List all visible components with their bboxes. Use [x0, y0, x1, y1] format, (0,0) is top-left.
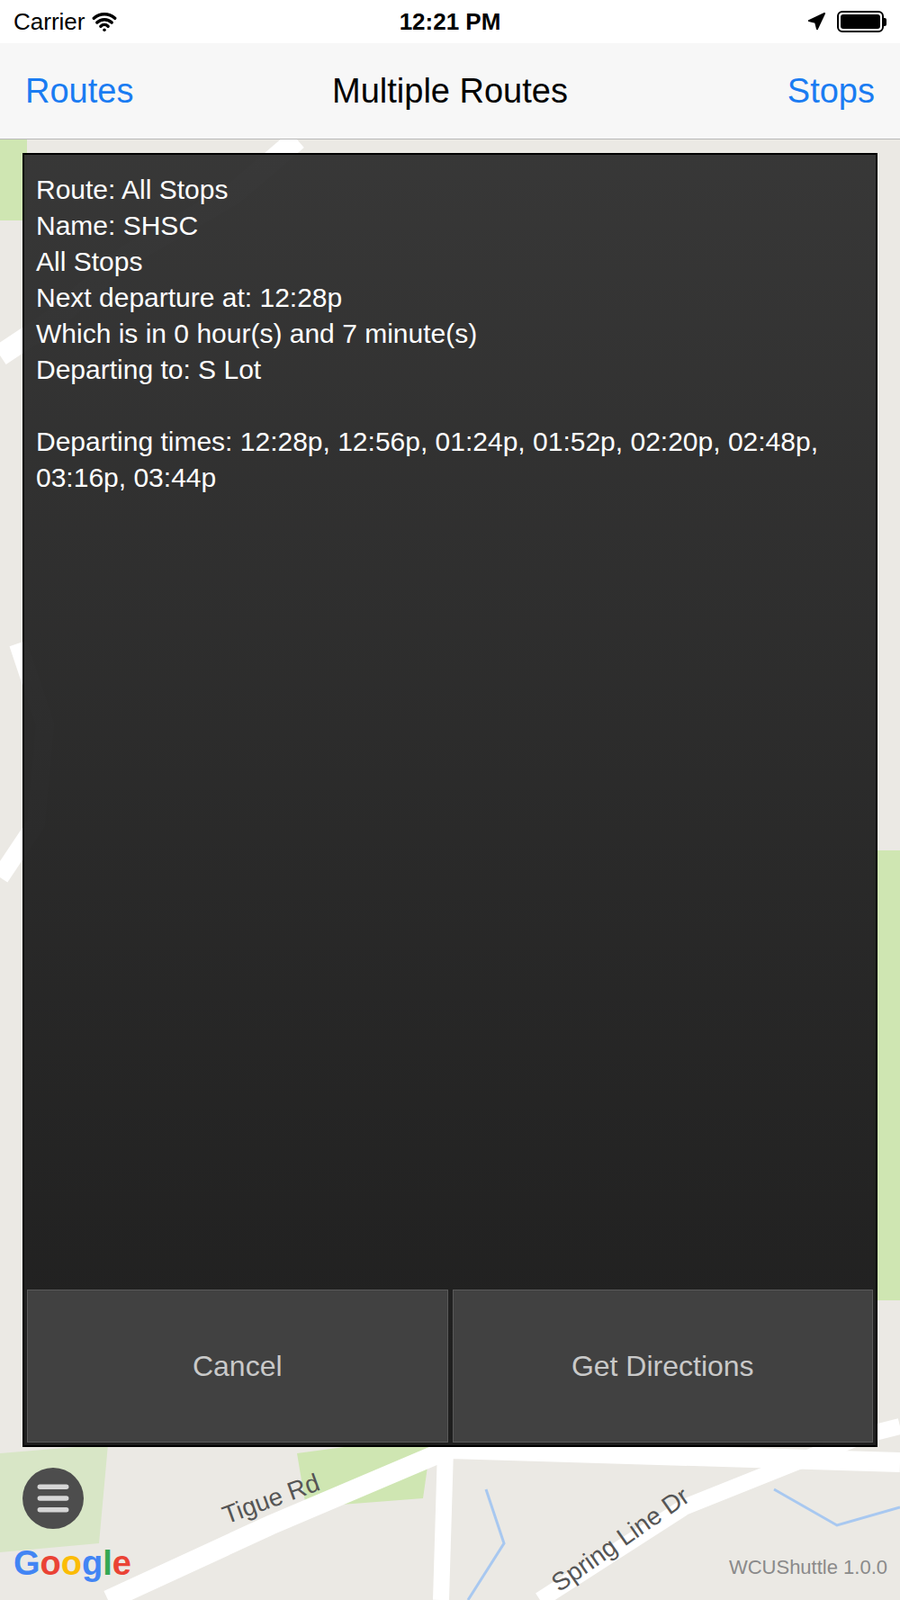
cancel-button[interactable]: Cancel	[27, 1289, 449, 1443]
status-bar: Carrier 12:21 PM	[0, 0, 900, 44]
clock: 12:21 PM	[399, 4, 502, 40]
nav-title: Multiple Routes	[332, 65, 568, 117]
departing-times: Departing times: 12:28p, 12:56p, 01:24p,…	[36, 423, 864, 496]
info-line: Name: SHSC	[36, 207, 864, 244]
routes-button[interactable]: Routes	[25, 65, 134, 117]
app-version: WCUShuttle 1.0.0	[729, 1552, 888, 1583]
stop-info-text: Route: All StopsName: SHSCAll StopsNext …	[24, 154, 876, 1287]
app-screen: Carrier 12:21 PM Routes Multiple Routes Stop…	[0, 0, 900, 1600]
info-line: Route: All Stops	[36, 171, 864, 208]
menu-icon	[33, 1478, 73, 1519]
info-line: Which is in 0 hour(s) and 7 minute(s)	[36, 315, 864, 352]
info-line: Next departure at: 12:28p	[36, 279, 864, 316]
battery-icon	[837, 10, 887, 33]
map[interactable]: Tigue RdSpring Line DrRoute: All StopsNa…	[0, 139, 900, 1600]
info-line: All Stops	[36, 243, 864, 280]
stops-button[interactable]: Stops	[787, 65, 875, 117]
info-line: Departing to: S Lot	[36, 351, 864, 388]
carrier-label: Carrier	[13, 4, 85, 40]
get-directions-button[interactable]: Get Directions	[452, 1289, 874, 1443]
location-arrow-icon	[806, 11, 827, 32]
google-logo: Google	[13, 1538, 132, 1590]
wifi-icon	[91, 9, 117, 35]
stop-info-panel: Route: All StopsName: SHSCAll StopsNext …	[22, 153, 878, 1448]
menu-button[interactable]	[22, 1467, 84, 1530]
map-street-label: Spring Line Dr	[543, 1477, 698, 1600]
navigation-bar: Routes Multiple Routes Stops	[0, 43, 900, 140]
